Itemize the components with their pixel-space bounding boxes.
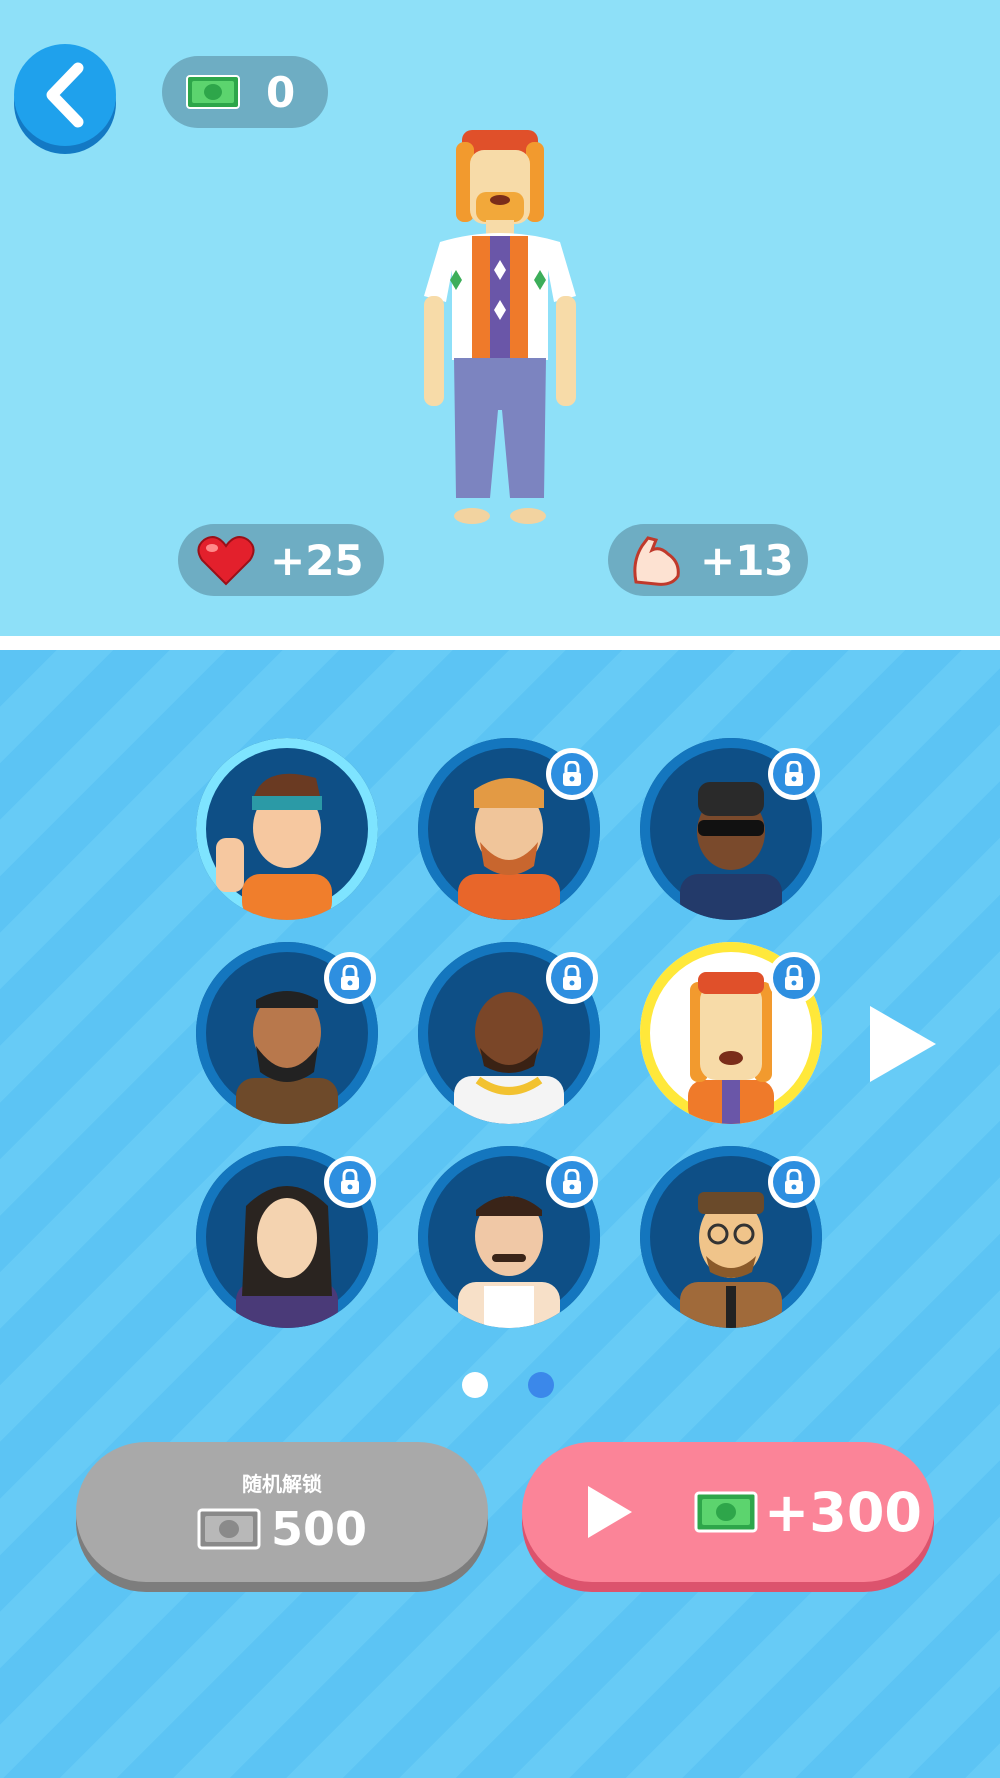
random-unlock-button[interactable]: 随机解锁 500	[76, 1442, 488, 1582]
lock-icon	[341, 965, 359, 990]
play-icon	[588, 1486, 632, 1538]
chevron-left-icon	[46, 62, 84, 128]
character-slot-1[interactable]	[196, 738, 378, 920]
random-unlock-price: 500	[270, 1502, 368, 1556]
cash-value: 0	[266, 67, 296, 117]
strength-value: +13	[700, 535, 794, 585]
flexed-bicep-icon	[633, 536, 680, 586]
divider	[0, 636, 1000, 650]
cash-icon	[186, 75, 240, 109]
back-button[interactable]	[14, 44, 116, 146]
lock-badge	[546, 1156, 598, 1208]
lock-badge	[768, 1156, 820, 1208]
health-value: +25	[270, 535, 364, 585]
lock-icon	[785, 1169, 803, 1194]
lock-icon	[785, 761, 803, 786]
strength-stat: +13	[608, 524, 808, 596]
lock-badge	[546, 952, 598, 1004]
lock-badge	[768, 952, 820, 1004]
lock-icon	[563, 1169, 581, 1194]
cash-icon	[694, 1491, 758, 1533]
cash-icon-gray	[197, 1508, 261, 1550]
ad-reward-amount: +300	[764, 1480, 922, 1544]
lock-icon	[563, 965, 581, 990]
health-stat: +25	[178, 524, 384, 596]
watch-ad-reward-button[interactable]: +300	[522, 1442, 934, 1582]
lock-icon	[341, 1169, 359, 1194]
lock-badge	[324, 952, 376, 1004]
lock-badge	[768, 748, 820, 800]
page-dot-2-active[interactable]	[528, 1372, 554, 1398]
cash-counter: 0	[162, 56, 328, 128]
next-page-arrow-icon[interactable]	[870, 1006, 936, 1082]
random-unlock-label: 随机解锁	[242, 1472, 322, 1496]
lock-badge	[324, 1156, 376, 1208]
lock-icon	[785, 965, 803, 990]
character-portrait	[216, 773, 332, 920]
lock-badge	[546, 748, 598, 800]
page-dot-1[interactable]	[462, 1372, 488, 1398]
hero-character-model	[424, 130, 576, 524]
heart-icon	[197, 536, 255, 586]
lock-icon	[563, 761, 581, 786]
